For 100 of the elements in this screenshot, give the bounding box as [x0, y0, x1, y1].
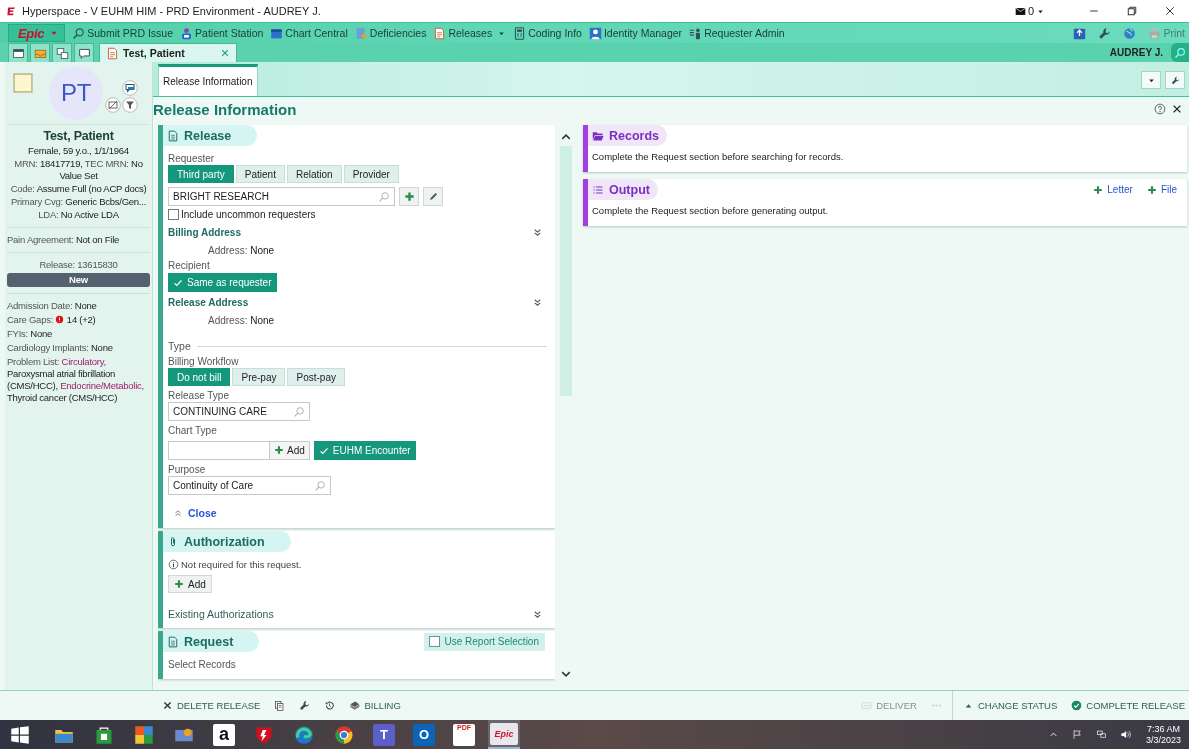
- app-tile: a: [213, 723, 235, 746]
- toolbar-button[interactable]: Deficiencies: [354, 26, 427, 40]
- scrollbar-thumb[interactable]: [560, 146, 572, 396]
- field-label: Billing Workflow: [168, 356, 240, 367]
- mail-indicator[interactable]: 0: [1014, 5, 1045, 17]
- search-field[interactable]: CONTINUING CARE: [168, 402, 310, 421]
- action-button[interactable]: CHANGE STATUS: [962, 700, 1058, 711]
- checkbox-label[interactable]: Include uncommon requesters: [168, 209, 316, 220]
- requester-option[interactable]: Third party: [168, 165, 234, 183]
- action-icon-button[interactable]: [324, 700, 336, 711]
- toolbar-icon-button[interactable]: [1123, 26, 1137, 40]
- action-icon-button[interactable]: [299, 700, 311, 711]
- flag-icon: [1072, 729, 1084, 740]
- activity-tab[interactable]: Release Information: [158, 64, 258, 96]
- upload-icon: [1073, 26, 1087, 40]
- document-icon: [167, 129, 179, 142]
- requester-option[interactable]: Provider: [343, 165, 399, 183]
- chart-type-field[interactable]: Add: [168, 440, 310, 460]
- workspace-button[interactable]: [52, 43, 72, 62]
- patient-tab[interactable]: Test, Patient: [99, 43, 237, 62]
- add-button[interactable]: [399, 187, 419, 206]
- patient-info: MRN: 18417719, TEC MRN: No Value Set: [13, 158, 144, 182]
- billing-option[interactable]: Post-pay: [287, 368, 345, 386]
- close-icon: [1164, 5, 1176, 17]
- billing-option[interactable]: Do not bill: [168, 368, 231, 386]
- toolbar-button[interactable]: Submit PRD Issue: [72, 26, 174, 40]
- wrench-button[interactable]: [1165, 71, 1185, 89]
- add-link[interactable]: File: [1146, 184, 1177, 195]
- clock[interactable]: 7:36 AM 3/3/2023: [1141, 720, 1189, 749]
- printer-icon: [1148, 26, 1162, 40]
- search-field[interactable]: Continuity of Care: [168, 476, 331, 495]
- toolbar-button[interactable]: Coding Info: [513, 26, 582, 40]
- section-header: Request: [163, 631, 260, 652]
- status-badge: New: [7, 273, 150, 287]
- edit-button[interactable]: [423, 187, 443, 206]
- patient-info: Code: Assume Full (no ACP docs): [9, 183, 148, 195]
- workspace-button[interactable]: [74, 43, 94, 62]
- field-label: Chart Type: [168, 425, 218, 436]
- swirl-icon: [294, 724, 314, 745]
- avatar: PT: [49, 66, 103, 120]
- network-icon: [1096, 729, 1108, 740]
- history-icon: [324, 700, 336, 711]
- chart-type-chip[interactable]: EUHM Encounter: [313, 441, 416, 460]
- section-header: Output: [588, 179, 658, 200]
- search-field[interactable]: BRIGHT RESEARCH: [168, 187, 395, 206]
- toolbar-icon-button[interactable]: [1073, 26, 1087, 40]
- toolbar-button[interactable]: Patient Station: [180, 26, 264, 40]
- speech-bubble-icon: [77, 46, 91, 60]
- toolbar-button[interactable]: Requester Admin: [689, 26, 785, 40]
- toolbar-button[interactable]: Chart Central: [270, 26, 348, 40]
- action-icon-button[interactable]: [274, 700, 286, 711]
- search-icon: [1174, 46, 1186, 59]
- patient-detail: Admission Date: None: [7, 300, 98, 312]
- wrench-icon: [1098, 26, 1112, 40]
- field-label: Select Records: [168, 659, 237, 670]
- calendar-icon: [270, 26, 284, 40]
- plus-icon: [1146, 184, 1157, 195]
- report-selection-toggle[interactable]: Use Report Selection: [423, 632, 545, 651]
- taskbar-button[interactable]: T: [368, 720, 400, 749]
- checkbox[interactable]: [428, 636, 440, 647]
- toolbar-button[interactable]: Identity Manager: [588, 26, 683, 40]
- checkbox[interactable]: [168, 209, 179, 220]
- add-button[interactable]: Add: [270, 441, 309, 459]
- mail-icon: [1014, 5, 1026, 17]
- page-title: Release Information: [153, 100, 297, 118]
- document-icon: [433, 26, 447, 40]
- section-header: Release: [163, 125, 258, 146]
- taskbar-button[interactable]: O: [408, 720, 440, 749]
- tray-icon: [861, 700, 873, 711]
- puzzle-icon: [134, 724, 154, 745]
- check-circle-icon: [1071, 700, 1083, 711]
- action-button[interactable]: BILLING: [349, 700, 401, 711]
- action-button[interactable]: DELETE RELEASE: [162, 700, 261, 711]
- window-title: Hyperspace - V EUHM HIM - PRD Environment - AUDREY J.: [22, 5, 321, 17]
- recipient-toggle[interactable]: Same as requester: [168, 273, 277, 292]
- workspace-button[interactable]: [8, 43, 28, 62]
- subsection-title: Billing Address: [168, 227, 241, 238]
- requester-option[interactable]: Relation: [286, 165, 342, 183]
- address-text: Address: None: [207, 315, 276, 326]
- search-icon: [378, 190, 390, 203]
- document-icon: [167, 635, 179, 648]
- taskbar-button[interactable]: a: [208, 720, 240, 749]
- close-icon: [162, 700, 173, 711]
- info-text: Not required for this request.: [181, 559, 302, 570]
- money-stack-icon: [349, 700, 361, 711]
- wrench-icon: [1170, 75, 1180, 85]
- action-button[interactable]: COMPLETE RELEASE: [1071, 700, 1185, 711]
- patient-detail: FYIs: None: [7, 328, 54, 340]
- patient-info: LDA: No Active LDA: [37, 209, 120, 221]
- close-link[interactable]: Close: [173, 507, 217, 519]
- user-name: AUDREY J.: [1109, 47, 1163, 58]
- billing-option[interactable]: Pre-pay: [232, 368, 286, 386]
- toolbar-icon-button[interactable]: [1098, 26, 1112, 40]
- toolbar-button[interactable]: Releases: [433, 26, 507, 40]
- add-link[interactable]: Letter: [1093, 184, 1133, 195]
- add-button[interactable]: Add: [168, 575, 212, 593]
- message-text: Complete the Request section before searching for records.: [591, 150, 845, 164]
- requester-option[interactable]: Patient: [235, 165, 285, 183]
- wrench-icon: [299, 700, 311, 711]
- subsection-title: Existing Authorizations: [168, 608, 274, 620]
